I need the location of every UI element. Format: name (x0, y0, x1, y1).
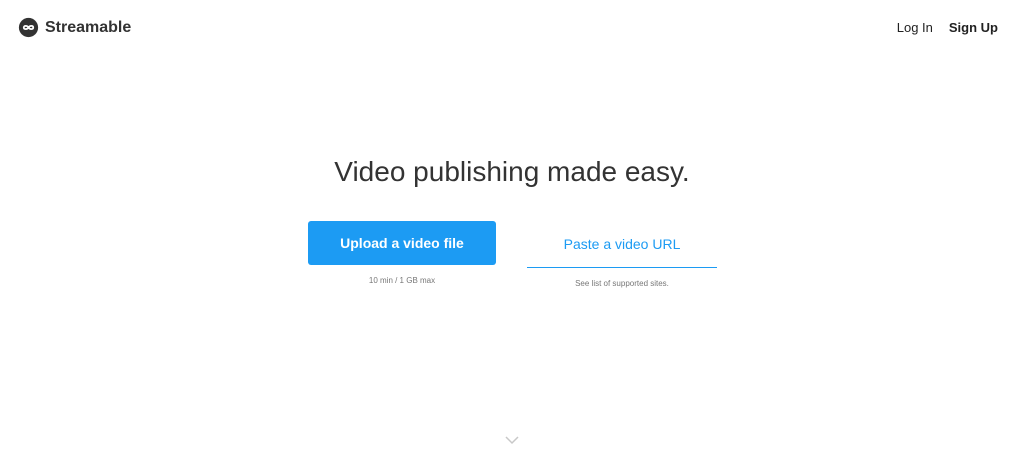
upload-video-button[interactable]: Upload a video file (308, 221, 496, 265)
chevron-down-icon[interactable] (505, 436, 519, 445)
brand-name: Streamable (45, 18, 132, 36)
url-section: See list of supported sites. (527, 221, 717, 288)
upload-limit-note: 10 min / 1 GB max (368, 276, 436, 285)
signup-link[interactable]: Sign Up (949, 20, 998, 35)
top-nav: Log In Sign Up (897, 20, 998, 35)
page-headline: Video publishing made easy. (334, 156, 690, 187)
page: Streamable Log In Sign Up Video publishi… (0, 0, 1024, 462)
supported-sites-link[interactable]: See list of supported sites. (527, 279, 717, 288)
upload-section: Upload a video file 10 min / 1 GB max (308, 221, 496, 285)
brand-link[interactable]: Streamable (18, 17, 131, 38)
streamable-logo-icon (18, 17, 39, 38)
header: Streamable Log In Sign Up (0, 0, 1024, 56)
video-url-input[interactable] (527, 221, 717, 268)
login-link[interactable]: Log In (897, 20, 933, 35)
